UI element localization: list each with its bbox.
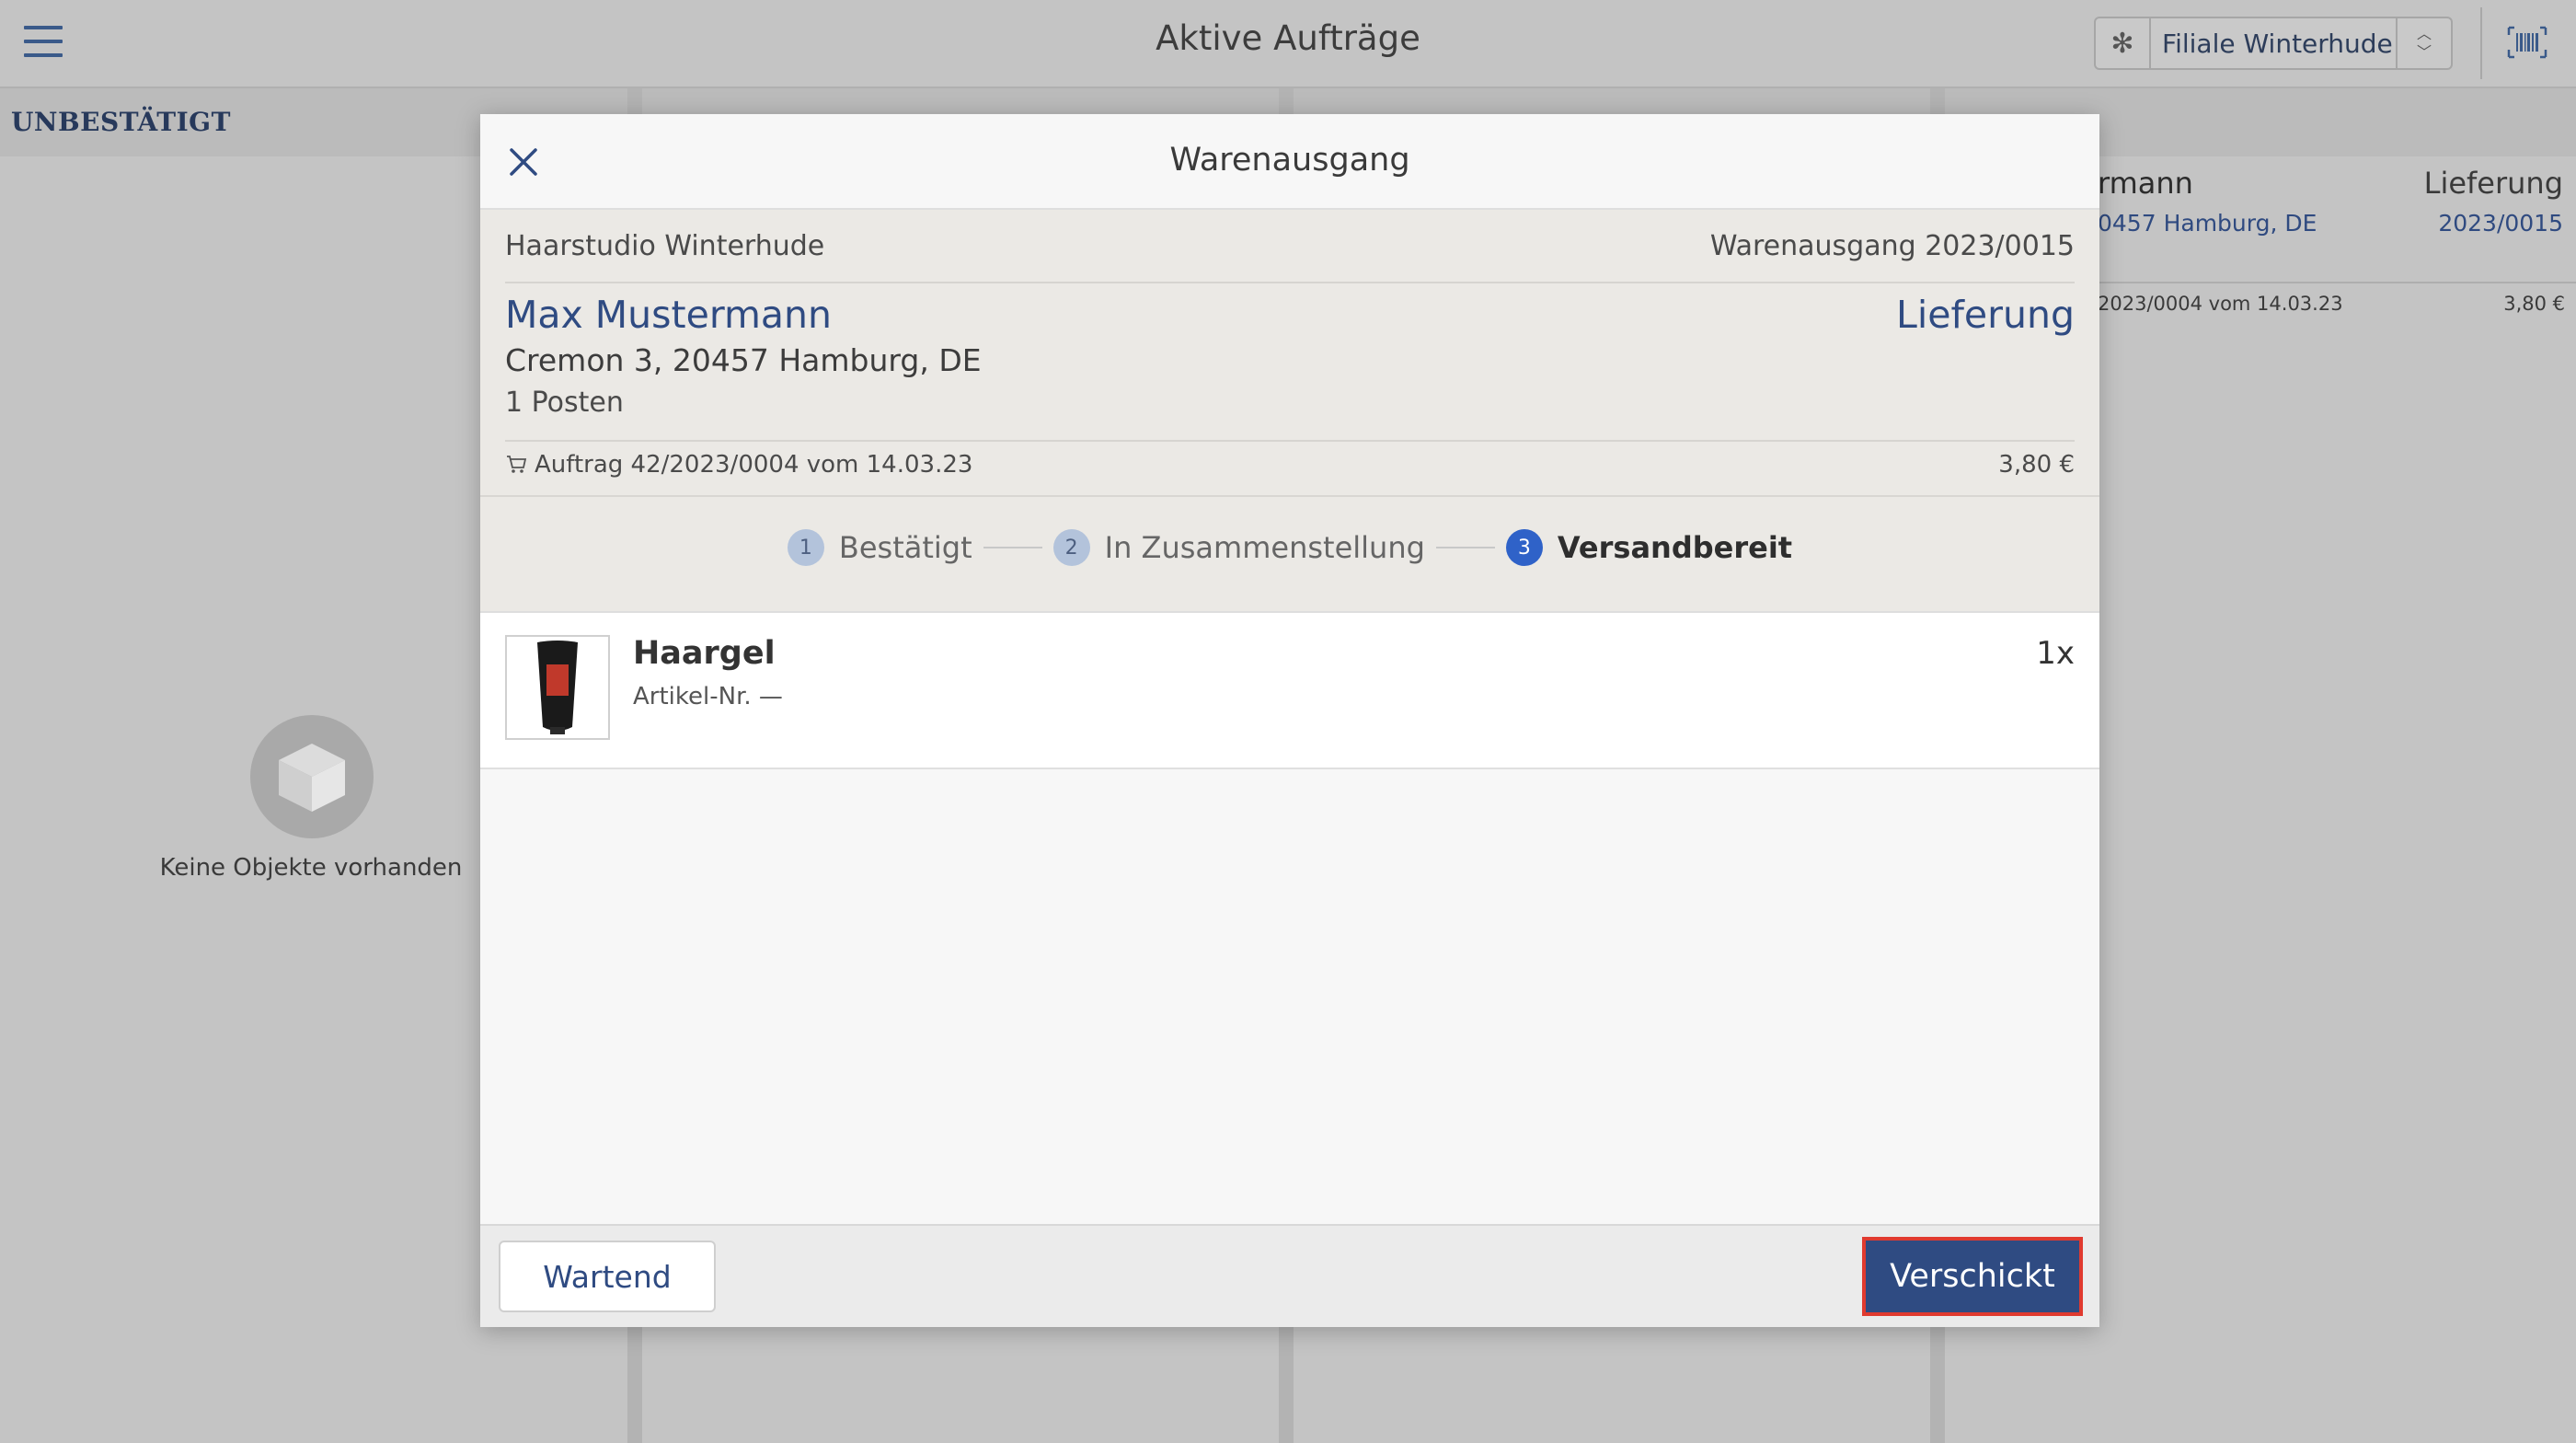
step-confirmed[interactable]: 1 Bestätigt (787, 529, 972, 566)
customer-name: Max Mustermann (505, 293, 832, 337)
step-connector (983, 547, 1042, 548)
empty-box-icon (250, 715, 374, 838)
bg-card-address: 0457 Hamburg, DE (2098, 210, 2317, 237)
toolbar-divider (2480, 7, 2482, 79)
list-item[interactable]: Haargel Artikel-Nr. — 1x (480, 613, 2099, 769)
customer-address: Cremon 3, 20457 Hamburg, DE (505, 342, 982, 378)
order-price: 3,80 € (1998, 451, 2075, 479)
goods-issue-dialog: Warenausgang Haarstudio Winterhude Waren… (480, 114, 2099, 1327)
step-number: 2 (1052, 529, 1090, 566)
step-label: Bestätigt (838, 530, 972, 565)
item-list: Haargel Artikel-Nr. — 1x (480, 611, 2099, 1248)
order-reference: Auftrag 42/2023/0004 vom 14.03.23 3,80 € (505, 451, 2075, 491)
order-info: Haarstudio Winterhude Warenausgang 2023/… (480, 210, 2099, 611)
bg-card-order: 2023/0004 vom 14.03.23 (2098, 293, 2343, 315)
step-label: Versandbereit (1557, 530, 1793, 565)
step-ready-to-ship[interactable]: 3 Versandbereit (1505, 529, 1793, 566)
step-number: 1 (787, 529, 824, 566)
bg-card-customer: rmann (2098, 166, 2193, 201)
dialog-header: Warenausgang (480, 114, 2099, 210)
item-count: 1 Posten (505, 387, 624, 419)
dialog-title: Warenausgang (1169, 142, 1410, 179)
barcode-scanner-icon[interactable] (2507, 26, 2547, 59)
bg-card-delivery-type: Lieferung (2423, 166, 2563, 201)
info-header-row: Haarstudio Winterhude Warenausgang 2023/… (505, 210, 2075, 283)
status-stepper: 1 Bestätigt 2 In Zusammenstellung 3 Vers… (480, 497, 2099, 598)
item-sku: Artikel-Nr. — (633, 683, 783, 710)
shop-name: Haarstudio Winterhude (505, 230, 825, 262)
order-reference-text: Auftrag 42/2023/0004 vom 14.03.23 (535, 451, 973, 479)
step-label: In Zusammenstellung (1104, 530, 1425, 565)
branch-select[interactable]: ✻ Filiale Winterhude ︿ ﹀ (2094, 17, 2453, 70)
item-quantity: 1x (2036, 635, 2075, 672)
store-icon: ✻ (2096, 18, 2151, 68)
dialog-footer: Wartend Verschickt (480, 1224, 2099, 1327)
bg-card-price: 3,80 € (2503, 293, 2565, 315)
waiting-button[interactable]: Wartend (499, 1241, 716, 1312)
step-in-assembly[interactable]: 2 In Zusammenstellung (1052, 529, 1425, 566)
top-bar: Aktive Aufträge ✻ Filiale Winterhude ︿ ﹀ (0, 0, 2576, 88)
empty-state-text: Keine Objekte vorhanden (159, 854, 463, 882)
step-number: 3 (1505, 529, 1543, 566)
shipped-button[interactable]: Verschickt (1862, 1237, 2083, 1316)
chevron-updown-icon: ︿ ﹀ (2396, 18, 2451, 68)
document-number: Warenausgang 2023/0015 (1709, 230, 2075, 262)
cart-icon (507, 456, 527, 473)
product-image (505, 635, 610, 740)
branch-label: Filiale Winterhude (2162, 28, 2393, 59)
item-name: Haargel (633, 635, 776, 672)
info-divider (505, 440, 2075, 442)
bg-card-number: 2023/0015 (2438, 210, 2563, 237)
delivery-type: Lieferung (1896, 293, 2075, 337)
step-connector (1435, 547, 1495, 548)
